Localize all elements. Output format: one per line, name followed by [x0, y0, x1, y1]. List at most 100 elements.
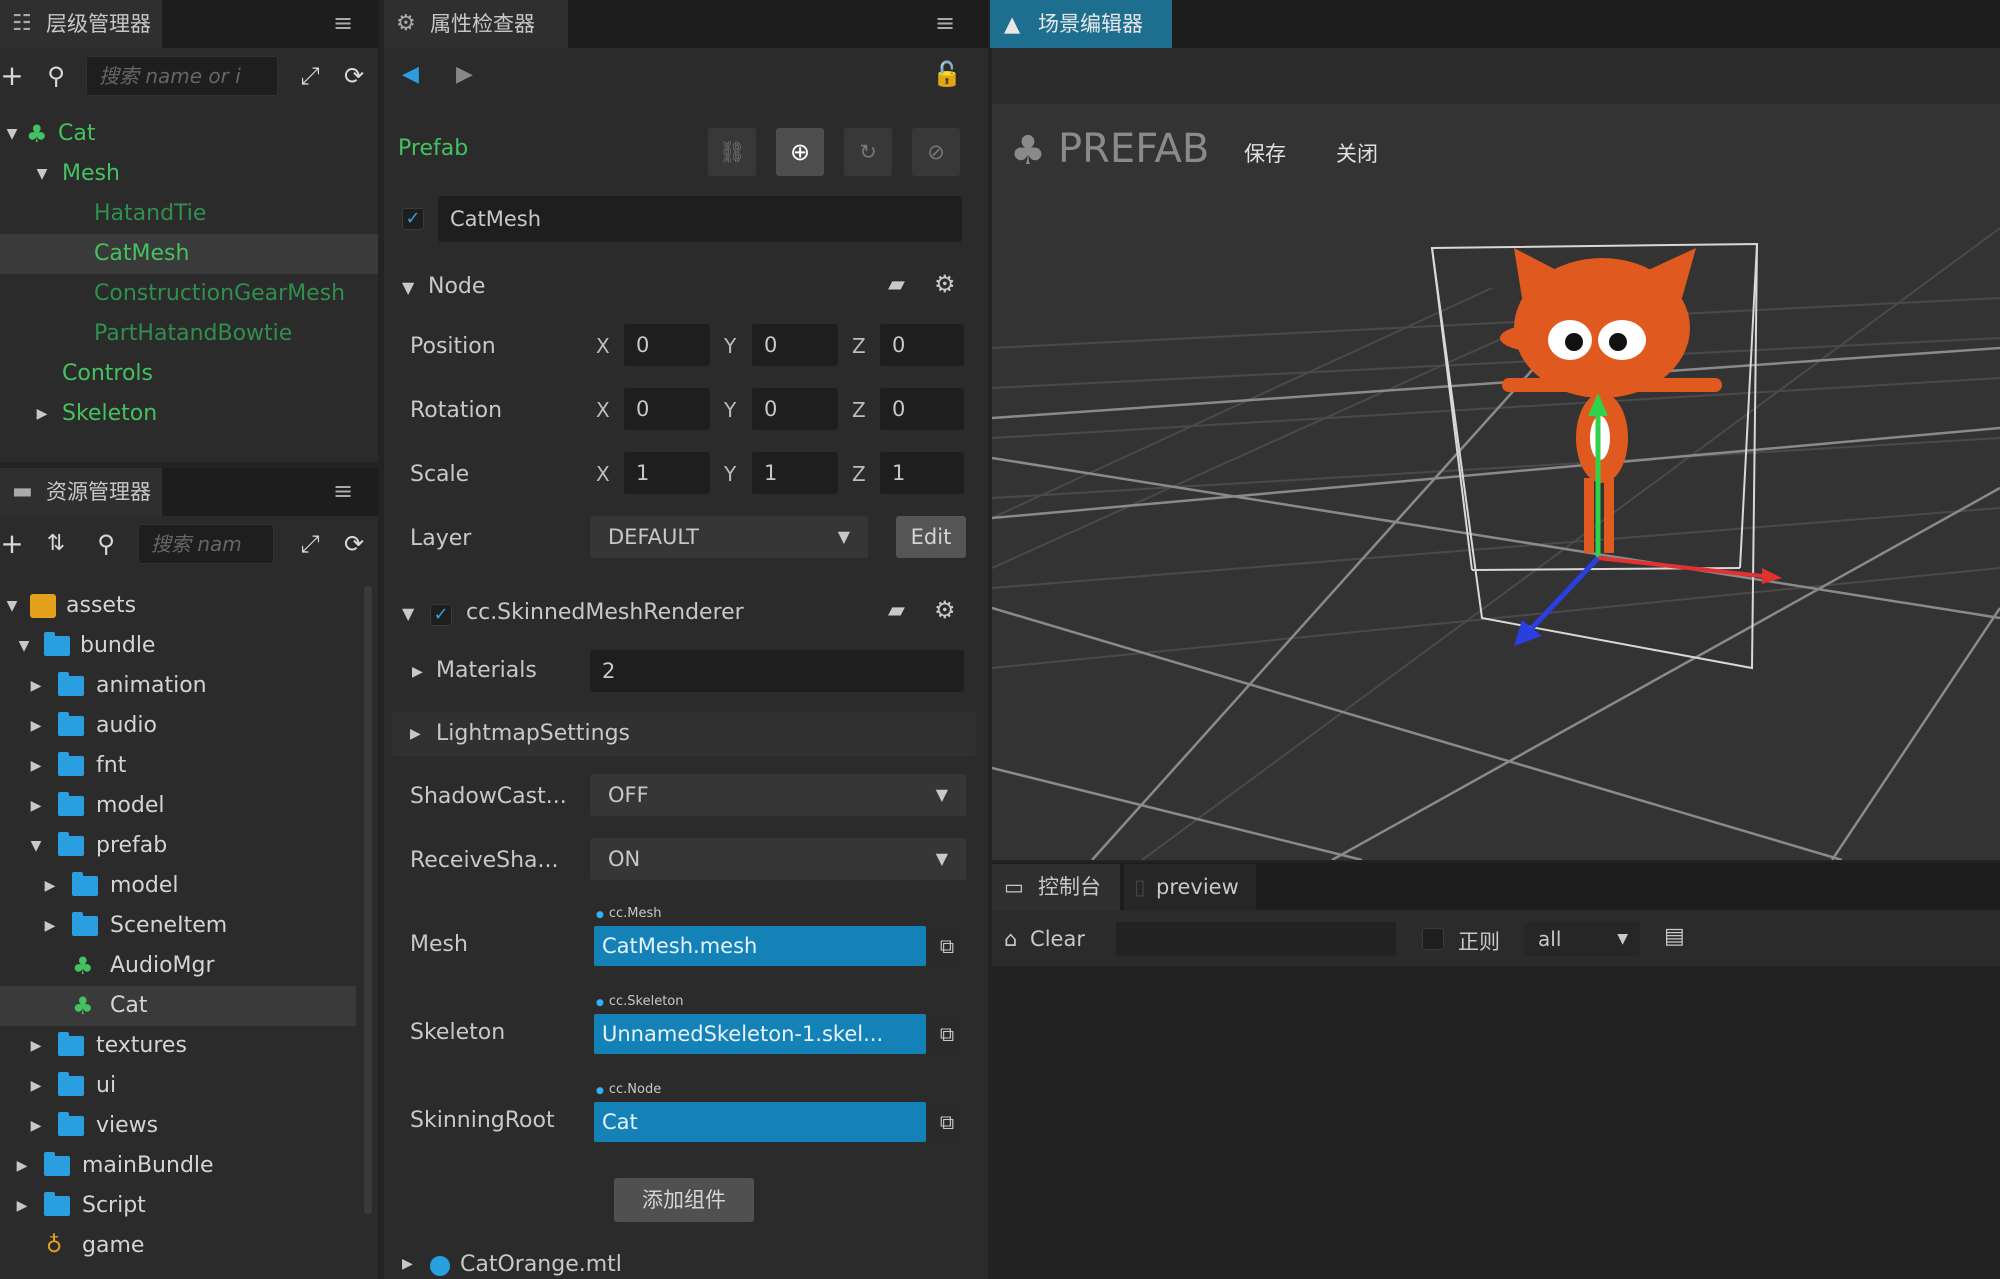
component-arrow-icon[interactable]: ▼	[402, 604, 414, 623]
tab-inspector[interactable]: ⚙ 属性检查器	[384, 0, 568, 48]
scale-x-input[interactable]: 1	[624, 452, 710, 494]
tree-node[interactable]: PartHatandBowtie	[0, 314, 378, 354]
tree-item[interactable]: ▶ Script	[0, 1186, 360, 1226]
collapse-arrow-icon[interactable]: ▶	[26, 706, 46, 746]
shadow-cast-dropdown[interactable]: OFF ▼	[590, 774, 966, 816]
tree-node[interactable]: HatandTie	[0, 194, 378, 234]
hierarchy-search-input[interactable]: 搜索 name or i	[86, 56, 278, 96]
expand-all-icon[interactable]: ⤢	[292, 58, 328, 94]
prefab-unlink-button[interactable]: ⛓	[708, 128, 756, 176]
panel-menu-icon[interactable]: ≡	[328, 476, 358, 506]
collapse-arrow-icon[interactable]: ▶	[26, 1066, 46, 1106]
materials-count-input[interactable]: 2	[590, 650, 964, 692]
tree-item[interactable]: ▶ ui	[0, 1066, 360, 1106]
expand-arrow-icon[interactable]: ▼	[32, 154, 52, 194]
component-enabled-checkbox[interactable]: ✓	[430, 604, 452, 626]
help-book-icon[interactable]: ▰	[888, 272, 905, 297]
expand-arrow-icon[interactable]: ▼	[2, 586, 22, 626]
collapse-arrow-icon[interactable]: ▶	[40, 906, 60, 946]
panel-menu-icon[interactable]: ≡	[328, 8, 358, 38]
prefab-revert-button[interactable]: ↻	[844, 128, 892, 176]
search-type-icon[interactable]: ⚲	[88, 526, 124, 562]
tab-hierarchy[interactable]: ☷ 层级管理器	[0, 0, 162, 48]
tree-item[interactable]: ▶ model	[0, 866, 360, 906]
tree-item[interactable]: ▶ mainBundle	[0, 1146, 360, 1186]
tree-node[interactable]: ConstructionGearMesh	[0, 274, 378, 314]
collapse-arrow-icon[interactable]: ▶	[12, 1186, 32, 1226]
assets-search-input[interactable]: 搜索 nam	[138, 524, 274, 564]
collapse-arrow-icon[interactable]: ▶	[12, 1146, 32, 1186]
tree-node[interactable]: ▶ Skeleton	[0, 394, 378, 434]
rotation-z-input[interactable]: 0	[880, 388, 964, 430]
tree-item[interactable]: ▶ views	[0, 1106, 360, 1146]
receive-shadow-dropdown[interactable]: ON ▼	[590, 838, 966, 880]
open-log-file-icon[interactable]: ▤	[1664, 924, 1685, 949]
materials-arrow-icon[interactable]: ▶	[412, 664, 423, 680]
collapse-arrow-icon[interactable]: ▶	[40, 866, 60, 906]
log-level-select[interactable]: all ▼	[1524, 922, 1640, 956]
tree-item[interactable]: ▼ prefab	[0, 826, 360, 866]
tree-item[interactable]: ▶ fnt	[0, 746, 360, 786]
tree-item[interactable]: ▶ SceneItem	[0, 906, 360, 946]
clear-button[interactable]: ⌂ Clear	[1004, 922, 1085, 956]
regex-checkbox[interactable]	[1422, 928, 1444, 950]
layer-dropdown[interactable]: DEFAULT ▼	[590, 516, 868, 558]
cat-model[interactable]	[1500, 248, 1722, 553]
expand-arrow-icon[interactable]: ▼	[14, 626, 34, 666]
collapse-arrow-icon[interactable]: ▶	[26, 786, 46, 826]
tree-item[interactable]: ▼ bundle	[0, 626, 360, 666]
skinning-root-field[interactable]: Cat	[594, 1102, 926, 1142]
add-component-button[interactable]: 添加组件	[614, 1178, 754, 1222]
scene-viewport[interactable]: ♣ PREFAB 保存 关闭	[992, 48, 2000, 860]
tree-item[interactable]: ▼ assets	[0, 586, 360, 626]
add-node-icon[interactable]: +	[0, 58, 30, 94]
mesh-picker-icon[interactable]: ⧉	[932, 926, 962, 966]
rotation-y-input[interactable]: 0	[752, 388, 838, 430]
edit-layer-button[interactable]: Edit	[896, 516, 966, 558]
tree-item[interactable]: ▶ animation	[0, 666, 360, 706]
settings-gear-icon[interactable]: ⚙	[934, 596, 956, 624]
position-z-input[interactable]: 0	[880, 324, 964, 366]
prefab-apply-button[interactable]: ⊘	[912, 128, 960, 176]
scale-y-input[interactable]: 1	[752, 452, 838, 494]
tree-node[interactable]: ▼ Mesh	[0, 154, 378, 194]
tab-assets[interactable]: ▬ 资源管理器	[0, 468, 162, 516]
add-asset-icon[interactable]: +	[0, 526, 30, 562]
save-prefab-button[interactable]: 保存	[1244, 138, 1286, 168]
node-section-arrow-icon[interactable]: ▼	[402, 278, 414, 297]
skeleton-asset-field[interactable]: UnnamedSkeleton-1.skel...	[594, 1014, 926, 1054]
tab-console[interactable]: ▭ 控制台	[992, 864, 1120, 910]
collapse-arrow-icon[interactable]: ▶	[26, 1106, 46, 1146]
expand-arrow-icon[interactable]: ▼	[26, 826, 46, 866]
close-prefab-button[interactable]: 关闭	[1336, 138, 1378, 168]
tab-scene[interactable]: ▲ 场景编辑器	[990, 0, 1172, 48]
position-y-input[interactable]: 0	[752, 324, 838, 366]
tree-item[interactable]: ♁ game	[0, 1226, 360, 1266]
collapse-arrow-icon[interactable]: ▶	[26, 1026, 46, 1066]
panel-menu-icon[interactable]: ≡	[930, 8, 960, 38]
node-name-input[interactable]: CatMesh	[438, 196, 962, 242]
mesh-asset-field[interactable]: CatMesh.mesh	[594, 926, 926, 966]
lightmap-settings-row[interactable]: ▶ LightmapSettings	[392, 712, 976, 756]
settings-gear-icon[interactable]: ⚙	[934, 270, 956, 298]
tree-node-selected[interactable]: CatMesh	[0, 234, 378, 274]
position-x-input[interactable]: 0	[624, 324, 710, 366]
skinning-root-picker-icon[interactable]: ⧉	[932, 1102, 962, 1142]
scale-z-input[interactable]: 1	[880, 452, 964, 494]
tree-node[interactable]: ▼ ♣ Cat	[0, 114, 378, 154]
forward-arrow-icon[interactable]: ▶	[456, 62, 473, 87]
tree-item[interactable]: ▶ audio	[0, 706, 360, 746]
prefab-locate-button[interactable]: ⊕	[776, 128, 824, 176]
console-filter-input[interactable]	[1116, 922, 1396, 956]
tree-item[interactable]: ♣ AudioMgr	[0, 946, 360, 986]
refresh-icon[interactable]: ⟳	[336, 526, 372, 562]
refresh-icon[interactable]: ⟳	[336, 58, 372, 94]
tree-node[interactable]: Controls	[0, 354, 378, 394]
tree-item[interactable]: ▶ textures	[0, 1026, 360, 1066]
material-arrow-icon[interactable]: ▶	[402, 1256, 413, 1272]
collapse-arrow-icon[interactable]: ▶	[26, 666, 46, 706]
assets-scrollbar[interactable]	[364, 586, 372, 1214]
skeleton-picker-icon[interactable]: ⧉	[932, 1014, 962, 1054]
help-book-icon[interactable]: ▰	[888, 598, 905, 623]
expand-all-icon[interactable]: ⤢	[292, 526, 328, 562]
